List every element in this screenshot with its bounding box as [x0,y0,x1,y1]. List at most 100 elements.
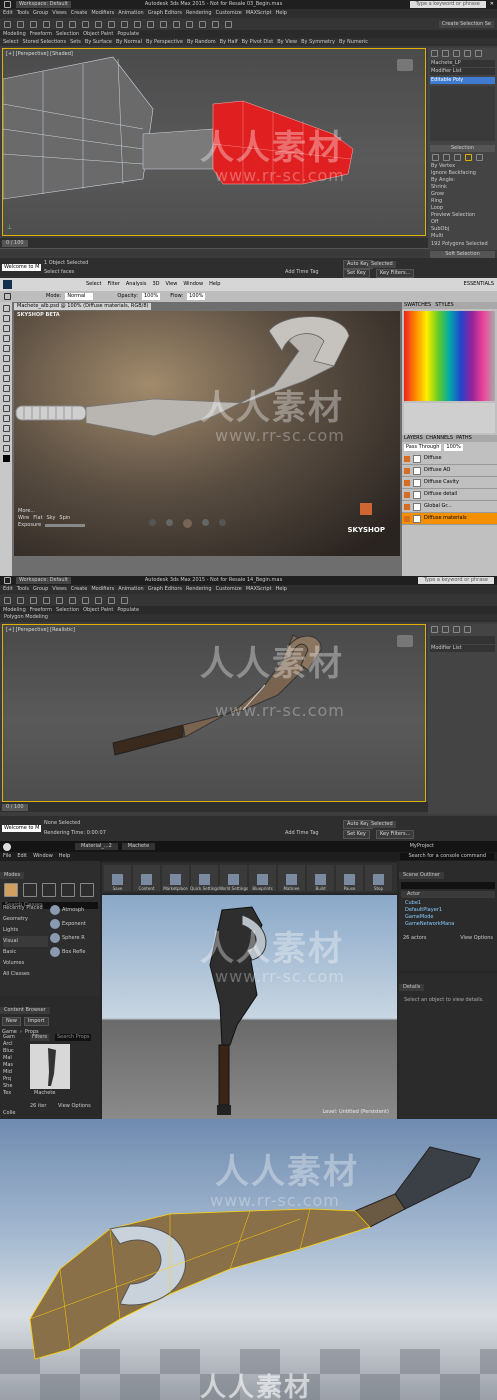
redo-icon[interactable] [17,20,24,28]
angle-snap-icon[interactable] [134,20,141,28]
menu-item-6[interactable]: Animation [118,11,144,16]
mode-select[interactable]: Normal [65,293,94,300]
align-icon[interactable] [160,20,167,28]
zoom-tool-icon[interactable] [2,445,10,452]
element-mode-icon[interactable] [476,154,483,161]
menu-item-2-1[interactable]: Tools [17,587,29,592]
flat-option[interactable]: Flat [33,516,42,521]
undo-icon[interactable] [4,20,11,28]
folder-item[interactable]: Bluc [3,1048,25,1055]
sub-tab-3[interactable]: By Surface [85,39,112,45]
layer-visibility-icon[interactable] [404,503,410,510]
ribbon-tab-0[interactable]: Modeling [3,31,26,37]
curve-editor-icon[interactable] [186,20,193,28]
folder-item[interactable]: Tex [3,1090,25,1097]
folder-item[interactable]: Mid [3,1069,25,1076]
selection-option-9[interactable]: SubObj [431,226,494,233]
selection-option-8[interactable]: Off [431,219,494,226]
ps-menu-item-6[interactable]: Help [209,282,220,287]
outliner-item[interactable]: Cube1 [405,900,491,907]
viewcube-icon-2[interactable] [397,635,413,647]
selection-option-2[interactable]: By Angle: [431,177,494,184]
folder-item[interactable]: She [3,1083,25,1090]
mirror-icon[interactable] [147,20,154,28]
menu-item-1[interactable]: Tools [17,11,29,16]
healing-tool-icon[interactable] [2,365,10,372]
soft-selection-rollout[interactable]: Soft Selection [430,251,495,258]
ribbon-tab-4[interactable]: Populate [117,31,139,37]
polygon-mode-icon[interactable] [465,154,472,161]
category-item[interactable]: Visual [3,936,48,947]
place-mode-icon[interactable] [4,883,18,897]
ribbon-tab-2[interactable]: Selection [56,31,79,37]
toolbar-button[interactable]: Matinee [278,865,305,891]
document-tab[interactable]: Machete_alb.psd @ 100% (Diffuse material… [14,303,152,310]
sky-presets[interactable] [149,519,226,528]
time-slider[interactable]: 0 / 100 [2,240,28,247]
eraser-tool-icon[interactable] [2,395,10,402]
object-name-field[interactable]: Machete_LP [430,60,495,67]
menu-item-2-10[interactable]: MAXScript [246,587,272,592]
import-button[interactable]: Import [23,1017,49,1026]
selection-set-field[interactable]: Create Selection Se [438,20,494,28]
ps-menu-item-5[interactable]: Window [183,282,203,287]
collections-panel[interactable]: Colle [3,1111,15,1116]
menu-item-2-8[interactable]: Rendering [186,587,212,592]
hierarchy-tab-icon[interactable] [453,50,460,57]
essentials-dropdown[interactable]: ESSENTIALS [464,282,494,287]
motion-tab-icon[interactable] [464,50,471,57]
ue-tab-machete[interactable]: Machete [121,843,156,850]
paths-tab[interactable]: PATHS [456,436,472,441]
selected-dropdown[interactable]: Selected [368,261,396,268]
swatches-grid[interactable] [404,311,495,401]
layer-icon[interactable] [173,20,180,28]
modifier-stack-item[interactable]: Editable Poly [430,77,495,84]
sub-tab-5[interactable]: By Perspective [146,39,183,45]
layer-row[interactable]: Diffuse materials [402,513,497,525]
render-icon-2[interactable] [121,596,128,604]
brush-tool-icon[interactable] [4,293,11,300]
select-region-icon[interactable] [69,20,76,28]
sub-tab-0[interactable]: Select [3,39,18,45]
content-browser-tab[interactable]: Content Browser [0,1007,50,1014]
category-item[interactable]: Volumes [3,958,48,969]
create-tab-icon[interactable] [431,50,438,57]
folder-item[interactable]: Mal [3,1055,25,1062]
material-editor-icon[interactable] [199,20,206,28]
ps-menu-item-4[interactable]: View [165,282,177,287]
add-time-tag-button-2[interactable]: Add Time Tag [285,831,319,836]
mirror-icon-2[interactable] [95,596,102,604]
sub-tab-1[interactable]: Stored Selections [22,39,66,45]
outliner-item[interactable]: GameNetworkMana [405,921,491,928]
sub-tab-11[interactable]: By Numeric [339,39,368,45]
asset-thumbnail[interactable] [30,1044,70,1089]
layers-tab[interactable]: LAYERS [404,436,423,441]
ps-menu-item-2[interactable]: Analysis [126,282,147,287]
crop-tool-icon[interactable] [2,345,10,352]
foliage-mode-icon[interactable] [61,883,75,897]
ribbon-subtitle[interactable]: Polygon Modeling [0,614,497,622]
key-filters-button[interactable]: Key Filters... [376,269,415,278]
menu-item-10[interactable]: MAXScript [246,11,272,16]
placeable-item[interactable]: Exponent [50,917,98,931]
key-filters-button-2[interactable]: Key Filters... [376,830,415,839]
menu-item-2-11[interactable]: Help [276,587,287,592]
layer-visibility-icon[interactable] [404,491,410,498]
view-options-button[interactable]: View Options [58,1104,91,1109]
link-icon[interactable] [30,20,37,28]
select-icon[interactable] [56,20,63,28]
display-tab-icon[interactable] [475,50,482,57]
outliner-item[interactable]: GameMode [405,914,491,921]
add-time-tag-button[interactable]: Add Time Tag [285,270,319,275]
sky-preset-2[interactable] [166,519,173,526]
ribbon-tab-2-2[interactable]: Selection [56,607,79,613]
layer-visibility-icon[interactable] [404,455,410,462]
placeable-item[interactable]: Box Refle [50,945,98,959]
create-tab-icon-2[interactable] [431,626,438,633]
wire-option[interactable]: Wire [18,516,29,521]
selection-rollout-header[interactable]: Selection [430,145,495,152]
swatches-tab[interactable]: SWATCHES [404,303,431,308]
details-tab[interactable]: Details [399,984,425,991]
outliner-view-options[interactable]: View Options [460,936,493,941]
outliner-item[interactable]: DefaultPlayer1 [405,907,491,914]
